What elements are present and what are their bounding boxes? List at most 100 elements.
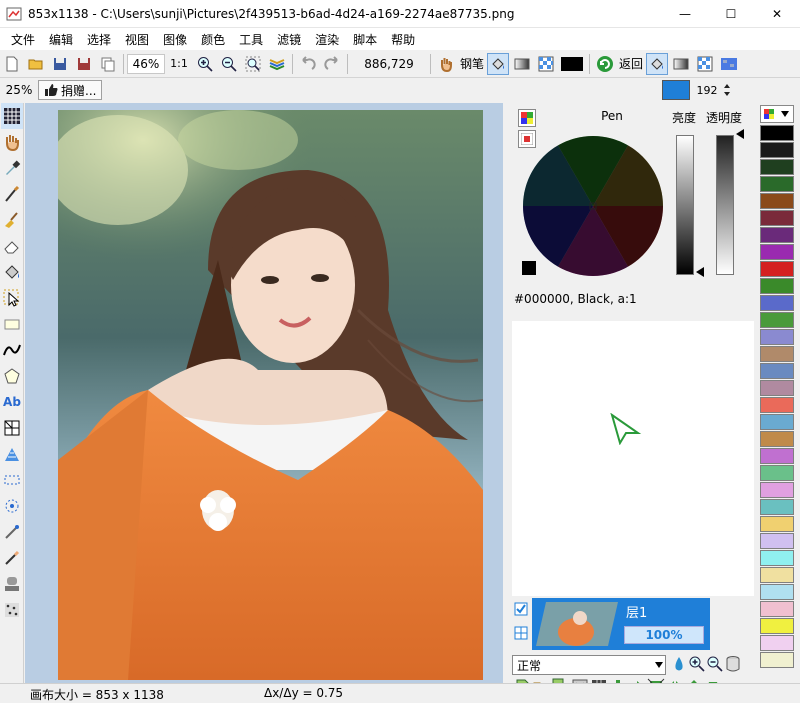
palette-swatch[interactable] — [760, 414, 794, 430]
stamp-tool[interactable] — [1, 571, 23, 597]
palette-swatch[interactable] — [760, 244, 794, 260]
brush-tool[interactable] — [1, 181, 23, 207]
magic-wand-tool[interactable] — [1, 493, 23, 519]
palette-toggle-button[interactable] — [518, 109, 536, 127]
canvas-area[interactable] — [25, 103, 503, 683]
polygon-tool[interactable] — [1, 363, 23, 389]
save-button[interactable] — [49, 53, 71, 75]
redo-button[interactable] — [321, 53, 343, 75]
transparent-button-2[interactable] — [694, 53, 716, 75]
refresh-button[interactable] — [594, 53, 616, 75]
water-drop-icon[interactable] — [670, 655, 688, 673]
color-wheel[interactable] — [522, 135, 664, 277]
zoom-in-icon[interactable] — [688, 655, 706, 673]
eyedropper-tool[interactable] — [1, 155, 23, 181]
palette-swatch[interactable] — [760, 584, 794, 600]
palette-swatch[interactable] — [760, 278, 794, 294]
current-color-swatch[interactable] — [662, 80, 690, 100]
zoom-out-button[interactable] — [218, 53, 240, 75]
photo-canvas[interactable] — [58, 110, 483, 680]
blend-mode-select[interactable]: 正常 — [512, 655, 666, 675]
palette-swatch[interactable] — [760, 516, 794, 532]
clone-tool[interactable] — [1, 519, 23, 545]
fill-tool[interactable] — [1, 259, 23, 285]
palette-swatch[interactable] — [760, 380, 794, 396]
menu-file[interactable]: 文件 — [4, 31, 42, 48]
new-file-button[interactable] — [1, 53, 23, 75]
dotted-select-tool[interactable] — [1, 467, 23, 493]
palette-swatch[interactable] — [760, 601, 794, 617]
palette-swatch[interactable] — [760, 397, 794, 413]
palette-swatch[interactable] — [760, 295, 794, 311]
layers-button[interactable] — [266, 53, 288, 75]
layer-grid-toggle[interactable] — [512, 624, 530, 642]
menu-tools[interactable]: 工具 — [232, 31, 270, 48]
palette-swatch[interactable] — [760, 329, 794, 345]
palette-swatch[interactable] — [760, 652, 794, 668]
back-label[interactable]: 返回 — [619, 55, 643, 72]
color-swatch-button[interactable] — [559, 53, 585, 75]
palette-swatch[interactable] — [760, 193, 794, 209]
menu-image[interactable]: 图像 — [156, 31, 194, 48]
palette-swatch[interactable] — [760, 142, 794, 158]
donate-button[interactable]: 捐赠... — [38, 80, 103, 100]
palette-swatch[interactable] — [760, 176, 794, 192]
undo-button[interactable] — [297, 53, 319, 75]
brightness-slider[interactable] — [676, 135, 694, 275]
eraser-tool[interactable] — [1, 233, 23, 259]
palette-swatch[interactable] — [760, 448, 794, 464]
maximize-button[interactable]: ☐ — [708, 0, 754, 28]
palette-swatch[interactable] — [760, 431, 794, 447]
palette-swatch[interactable] — [760, 363, 794, 379]
palette-swatch[interactable] — [760, 346, 794, 362]
database-icon[interactable] — [724, 655, 742, 673]
fill-mode-button[interactable] — [487, 52, 510, 75]
menu-render[interactable]: 渲染 — [308, 31, 346, 48]
rectangle-tool[interactable] — [1, 311, 23, 337]
opacity-slider[interactable] — [716, 135, 734, 275]
save-as-button[interactable] — [73, 53, 95, 75]
gradient-button-2[interactable] — [670, 53, 692, 75]
layer-opacity[interactable]: 100% — [624, 626, 704, 644]
hand-tool[interactable] — [1, 129, 23, 155]
palette-menu-button[interactable] — [760, 105, 794, 123]
broom-tool[interactable] — [1, 207, 23, 233]
select-tool[interactable] — [1, 103, 23, 129]
spinner-arrows-icon[interactable] — [722, 80, 732, 100]
palette-swatch[interactable] — [760, 465, 794, 481]
palette-swatch[interactable] — [760, 618, 794, 634]
brightness-arrow-icon[interactable] — [696, 267, 704, 277]
zoom-in-button[interactable] — [194, 53, 216, 75]
palette-swatch[interactable] — [760, 550, 794, 566]
palette-swatch[interactable] — [760, 567, 794, 583]
menu-view[interactable]: 视图 — [118, 31, 156, 48]
opacity-arrow-icon[interactable] — [736, 129, 744, 139]
gradient-button[interactable] — [511, 53, 533, 75]
palette-swatch[interactable] — [760, 312, 794, 328]
minimize-button[interactable]: — — [662, 0, 708, 28]
palette-swatch[interactable] — [760, 227, 794, 243]
fill-mode-button-2[interactable] — [646, 52, 669, 75]
opacity-spinner[interactable]: 192 — [692, 80, 722, 100]
palette-swatch[interactable] — [760, 499, 794, 515]
copy-button[interactable] — [97, 53, 119, 75]
pointer-tool[interactable] — [1, 285, 23, 311]
mosaic-tool[interactable] — [1, 441, 23, 467]
zoom-field[interactable]: 46% — [127, 53, 165, 74]
palette-swatch[interactable] — [760, 159, 794, 175]
smudge-tool[interactable] — [1, 545, 23, 571]
zoom-out-icon[interactable] — [706, 655, 724, 673]
palette-swatch[interactable] — [760, 125, 794, 141]
palette-swatch[interactable] — [760, 533, 794, 549]
layer-item[interactable]: 层1 100% — [532, 598, 710, 650]
menu-script[interactable]: 脚本 — [346, 31, 384, 48]
actual-size-button[interactable]: 1:1 — [166, 53, 192, 75]
menu-edit[interactable]: 编辑 — [42, 31, 80, 48]
curve-tool[interactable] — [1, 337, 23, 363]
palette-swatch[interactable] — [760, 635, 794, 651]
menu-help[interactable]: 帮助 — [384, 31, 422, 48]
transparent-button[interactable] — [535, 53, 557, 75]
layer-visible-checkbox[interactable] — [512, 600, 530, 618]
text-tool[interactable]: Ab — [1, 389, 23, 415]
menu-color[interactable]: 颜色 — [194, 31, 232, 48]
